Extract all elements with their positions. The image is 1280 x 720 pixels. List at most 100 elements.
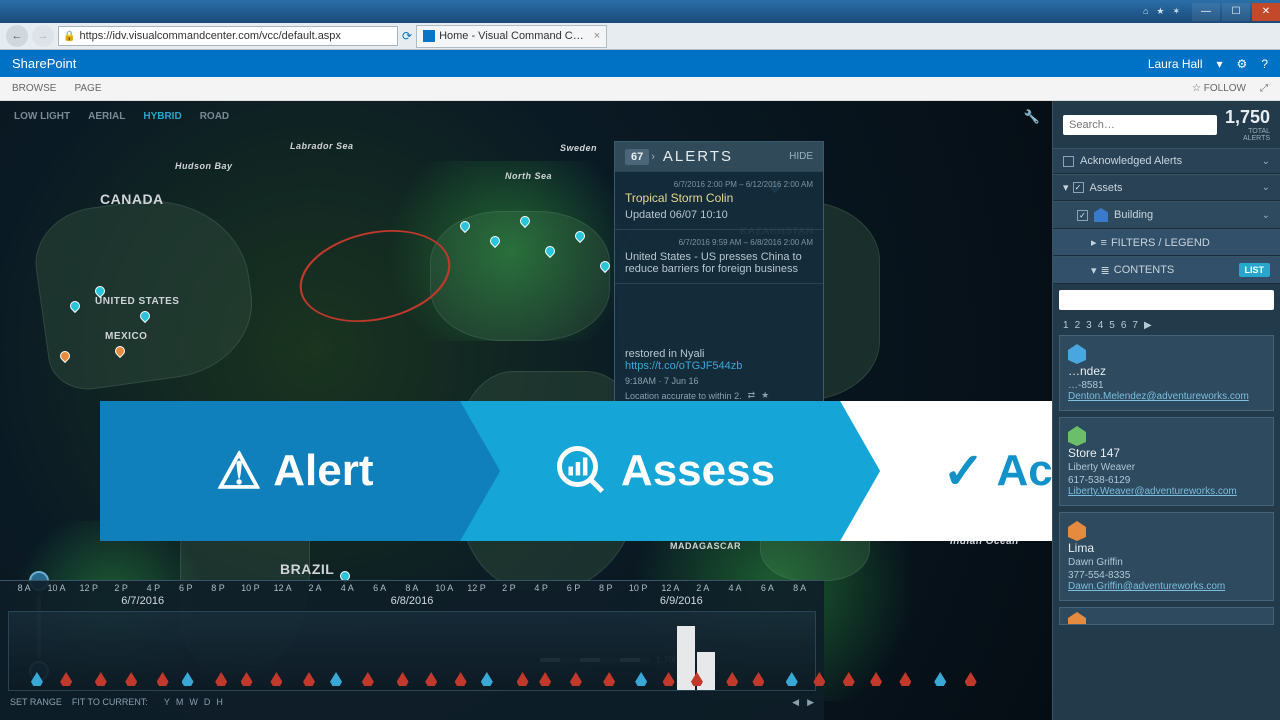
window-minimize-button[interactable]: — xyxy=(1192,3,1220,21)
help-icon[interactable]: ? xyxy=(1261,57,1268,71)
section-assets[interactable]: ▾ ✓ Assets⌄ xyxy=(1053,174,1280,201)
gear-icon[interactable]: ⚙ xyxy=(1237,57,1248,71)
back-button[interactable]: ← xyxy=(6,25,28,47)
map-label: MEXICO xyxy=(105,331,147,342)
window-close-button[interactable]: ✕ xyxy=(1252,3,1280,21)
fit-M[interactable]: M xyxy=(176,697,184,707)
command-center-app: LOW LIGHT AERIAL HYBRID ROAD 🔧 CANADA BR… xyxy=(0,101,1280,720)
building-hex-icon xyxy=(1068,344,1086,364)
card-email[interactable]: Liberty.Weaver@adventureworks.com xyxy=(1068,486,1265,497)
user-menu[interactable]: Laura Hall xyxy=(1148,57,1203,71)
home-icon[interactable]: ⌂ xyxy=(1143,6,1148,17)
map-label: Labrador Sea xyxy=(290,141,354,151)
section-ack-alerts[interactable]: Acknowledged Alerts⌄ xyxy=(1053,148,1280,174)
contents-filter-input[interactable] xyxy=(1059,290,1274,310)
checkbox-icon[interactable]: ✓ xyxy=(1073,182,1084,193)
browser-tab[interactable]: Home - Visual Command C… × xyxy=(416,25,607,48)
sharepoint-brand[interactable]: SharePoint xyxy=(12,56,76,71)
alert-triangle-icon: ⚠ xyxy=(216,442,261,500)
search-input[interactable] xyxy=(1063,115,1217,135)
page-3[interactable]: 3 xyxy=(1086,320,1092,331)
alerts-title: ALERTS xyxy=(663,148,789,165)
refresh-icon[interactable]: ⟳ xyxy=(402,29,412,43)
map-canvas[interactable]: LOW LIGHT AERIAL HYBRID ROAD 🔧 CANADA BR… xyxy=(0,101,1052,720)
star-icon[interactable]: ★ xyxy=(761,390,769,401)
caret-right-icon: ▸ xyxy=(1091,236,1097,249)
titlebar-shortcuts: ⌂ ★ ✶ xyxy=(1143,6,1180,17)
alert-daterange: 6/7/2016 2:00 PM – 6/12/2016 2:00 AM xyxy=(625,180,813,189)
alerts-count-badge: 67 xyxy=(625,149,649,165)
asset-card[interactable] xyxy=(1059,607,1274,625)
ribbon-browse[interactable]: BROWSE xyxy=(12,83,56,94)
mode-low-light[interactable]: LOW LIGHT xyxy=(6,107,78,126)
fit-H[interactable]: H xyxy=(216,697,223,707)
sharepoint-ribbon: BROWSE PAGE ☆ FOLLOW ⤢ xyxy=(0,77,1280,101)
right-rail: 1,750TOTAL ALERTS Acknowledged Alerts⌄ ▾… xyxy=(1052,101,1280,720)
fit-W[interactable]: W xyxy=(189,697,198,707)
asset-card[interactable]: Lima Dawn Griffin 377-554-8335 Dawn.Grif… xyxy=(1059,512,1274,601)
timeline-next-icon[interactable]: ▶ xyxy=(807,697,814,708)
card-name: Lima xyxy=(1068,541,1265,555)
checkbox-icon[interactable] xyxy=(1063,156,1074,167)
page-1[interactable]: 1 xyxy=(1063,320,1069,331)
tweet-item[interactable]: restored in Nyali https://t.co/oTGJF544z… xyxy=(615,283,823,409)
asset-card[interactable]: Store 147 Liberty Weaver 617-538-6129 Li… xyxy=(1059,417,1274,506)
card-email[interactable]: Denton.Melendez@adventureworks.com xyxy=(1068,391,1265,402)
section-contents[interactable]: ▾ ≣ CONTENTS LIST xyxy=(1053,256,1280,284)
tools-icon[interactable]: ✶ xyxy=(1172,6,1180,17)
mode-aerial[interactable]: AERIAL xyxy=(80,107,133,126)
alert-item[interactable]: 6/7/2016 2:00 PM – 6/12/2016 2:00 AM Tro… xyxy=(615,171,823,229)
forward-button[interactable]: → xyxy=(32,25,54,47)
total-count: 1,750TOTAL ALERTS xyxy=(1225,107,1270,142)
map-label: Sweden xyxy=(560,143,597,153)
page-▶[interactable]: ▶ xyxy=(1144,320,1152,331)
card-name: Store 147 xyxy=(1068,446,1265,460)
set-range-button[interactable]: SET RANGE xyxy=(10,697,62,708)
tab-title: Home - Visual Command C… xyxy=(439,30,584,42)
mode-hybrid[interactable]: HYBRID xyxy=(135,107,189,126)
fit-label: FIT TO CURRENT: xyxy=(72,697,148,708)
tab-close-icon[interactable]: × xyxy=(594,30,600,42)
fit-D[interactable]: D xyxy=(204,697,211,707)
timeline-track[interactable] xyxy=(8,611,816,691)
page-7[interactable]: 7 xyxy=(1132,320,1138,331)
checkbox-icon[interactable]: ✓ xyxy=(1077,210,1088,221)
chevron-right-icon: › xyxy=(651,151,655,163)
url-text: https://idv.visualcommandcenter.com/vcc/… xyxy=(79,30,393,42)
assess-chart-search-icon xyxy=(555,444,609,498)
chevron-down-icon: ⌄ xyxy=(1262,156,1270,167)
wrench-icon[interactable]: 🔧 xyxy=(1024,109,1040,125)
lock-icon: 🔒 xyxy=(63,31,75,42)
tweet-link[interactable]: https://t.co/oTGJF544zb xyxy=(625,360,742,372)
fullscreen-icon[interactable]: ⤢ xyxy=(1260,83,1268,94)
caret-down-icon: ▾ xyxy=(1063,181,1069,194)
retweet-icon[interactable]: ⇄ xyxy=(748,390,756,401)
card-name: …ndez xyxy=(1068,364,1265,378)
url-field[interactable]: 🔒 https://idv.visualcommandcenter.com/vc… xyxy=(58,26,398,46)
filter-icon: ≡ xyxy=(1101,237,1107,249)
timeline-prev-icon[interactable]: ◀ xyxy=(792,697,799,708)
alerts-hide-button[interactable]: HIDE xyxy=(789,151,813,162)
building-hex-icon xyxy=(1068,426,1086,446)
section-filters[interactable]: ▸ ≡ FILTERS / LEGEND xyxy=(1053,229,1280,256)
window-maximize-button[interactable]: ☐ xyxy=(1222,3,1250,21)
fit-Y[interactable]: Y xyxy=(164,697,170,707)
map-label: CANADA xyxy=(100,191,164,207)
map-view-modes: LOW LIGHT AERIAL HYBRID ROAD xyxy=(6,107,237,126)
list-toggle[interactable]: LIST xyxy=(1239,263,1271,277)
card-email[interactable]: Dawn.Griffin@adventureworks.com xyxy=(1068,581,1265,592)
alert-daterange: 6/7/2016 9:59 AM – 6/8/2016 2:00 AM xyxy=(625,238,813,247)
alert-item[interactable]: 6/7/2016 9:59 AM – 6/8/2016 2:00 AM Unit… xyxy=(615,229,823,283)
alert-headline: Tropical Storm Colin xyxy=(625,191,813,205)
page-6[interactable]: 6 xyxy=(1121,320,1127,331)
page-2[interactable]: 2 xyxy=(1075,320,1081,331)
mode-road[interactable]: ROAD xyxy=(192,107,237,126)
star-icon[interactable]: ★ xyxy=(1156,6,1164,17)
chevron-down-icon: ⌄ xyxy=(1262,182,1270,193)
asset-card[interactable]: …ndez …-8581 Denton.Melendez@adventurewo… xyxy=(1059,335,1274,411)
section-building[interactable]: ✓ Building⌄ xyxy=(1053,201,1280,229)
page-5[interactable]: 5 xyxy=(1109,320,1115,331)
ribbon-page[interactable]: PAGE xyxy=(74,83,101,94)
page-4[interactable]: 4 xyxy=(1098,320,1104,331)
follow-button[interactable]: ☆ FOLLOW xyxy=(1192,83,1246,94)
